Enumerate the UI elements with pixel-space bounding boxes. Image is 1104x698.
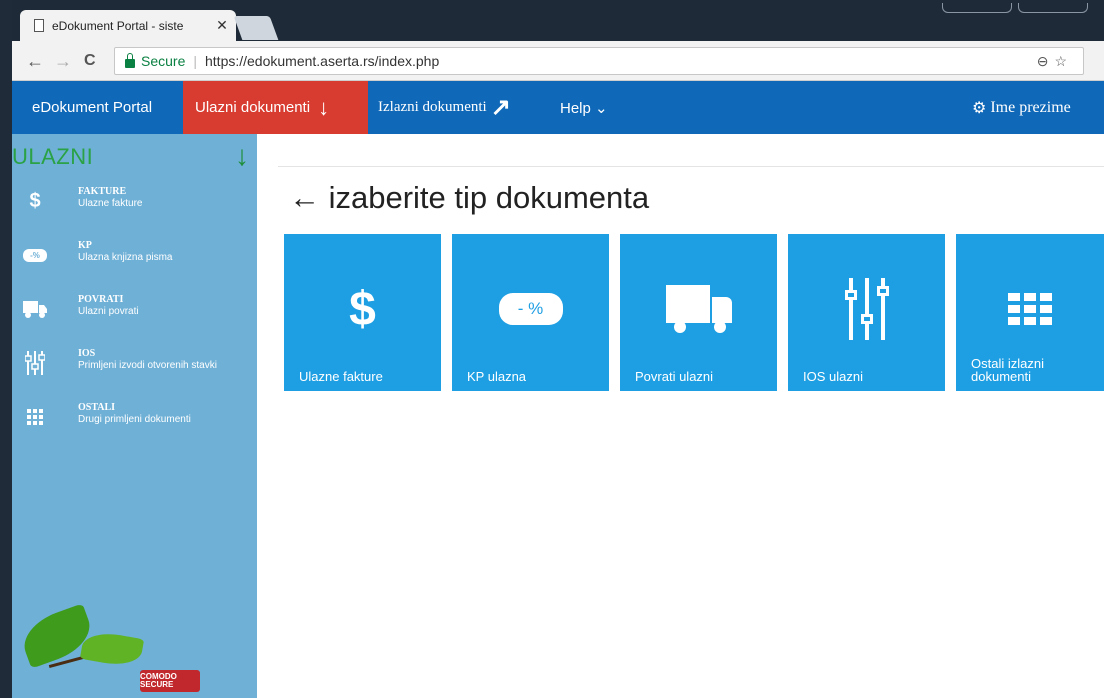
minimize-button[interactable] <box>942 3 1012 13</box>
secure-label: Secure <box>141 53 186 69</box>
forward-icon[interactable]: → <box>54 51 72 72</box>
star-icon[interactable]: ☆ <box>1054 53 1073 69</box>
grid-icon <box>956 264 1104 354</box>
back-icon[interactable]: ← <box>26 51 44 72</box>
sidebar-item-name: KP <box>78 240 92 251</box>
ticket-icon-text: -% <box>23 248 47 262</box>
zoom-icon[interactable]: ⊖ <box>1037 53 1055 69</box>
tile-label: Ostali izlazni dokumenti <box>971 356 1044 384</box>
window-edge <box>0 0 12 698</box>
new-tab-button[interactable] <box>233 16 279 40</box>
browser-titlebar: eDokument Portal - siste ✕ <box>0 0 1104 41</box>
content-divider <box>278 166 1104 167</box>
ticket-glyph: - % <box>498 293 563 325</box>
truck-icon <box>620 264 777 354</box>
sidebar-item-name: POVRATI <box>78 294 124 305</box>
sidebar-item-desc: Ulazne fakture <box>78 198 143 209</box>
sidebar-item-name: IOS <box>78 348 96 359</box>
comodo-secure-badge[interactable]: COMODO SECURE <box>140 670 200 692</box>
sidebar-item-ios[interactable]: IOS Primljeni izvodi otvorenih stavki <box>12 346 257 390</box>
arrow-up-right-icon: ↗ <box>490 95 511 121</box>
page-icon <box>34 19 44 32</box>
grid-icon <box>22 404 48 430</box>
address-bar: ← → C Secure | https://edokument.aserta.… <box>12 41 1104 81</box>
reload-icon[interactable]: C <box>84 52 96 70</box>
tile-label: Ulazne fakture <box>299 369 383 384</box>
url-separator: | <box>193 53 197 69</box>
sidebar-title: ULAZNI <box>12 144 94 169</box>
dollar-glyph: $ <box>349 282 376 336</box>
browser-tab[interactable]: eDokument Portal - siste ✕ <box>20 10 236 41</box>
tile-povrati-ulazni[interactable]: Povrati ulazni <box>620 234 777 391</box>
lock-icon <box>125 52 135 68</box>
sliders-icon <box>22 350 48 376</box>
truck-icon <box>22 296 48 322</box>
nav-izlazni-dokumenti[interactable]: Izlazni dokumenti ↗ <box>370 81 511 134</box>
page-title: ← izaberite tip dokumenta <box>289 180 650 215</box>
dollar-icon: $ <box>29 189 41 212</box>
ticket-icon: -% <box>22 242 48 268</box>
tile-label: Povrati ulazni <box>635 369 714 384</box>
user-menu[interactable]: ⚙ Ime prezime <box>972 81 1071 134</box>
sidebar-header: ULAZNI ↓ <box>12 140 257 171</box>
user-name: Ime prezime <box>990 98 1071 116</box>
tab-close-icon[interactable]: ✕ <box>208 17 236 34</box>
tile-kp-ulazna[interactable]: - % KP ulazna <box>452 234 609 391</box>
ticket-icon: - % <box>452 264 609 354</box>
nav-ulazni-dokumenti[interactable]: Ulazni dokumenti ↓ <box>183 81 368 134</box>
nav-help[interactable]: Help ⌄ <box>560 81 608 134</box>
url-input[interactable]: Secure | https://edokument.aserta.rs/ind… <box>114 47 1084 75</box>
gear-icon: ⚙ <box>972 99 987 117</box>
sidebar-item-kp[interactable]: -% KP Ulazna knjizna pisma <box>12 238 257 282</box>
sliders-icon <box>788 264 945 354</box>
nav-izlazni-label: Izlazni dokumenti <box>378 99 487 115</box>
maximize-button[interactable] <box>1018 3 1088 13</box>
dollar-icon: $ <box>284 264 441 354</box>
tile-ulazne-fakture[interactable]: $ Ulazne fakture <box>284 234 441 391</box>
sidebar-item-desc: Ulazni povrati <box>78 306 139 317</box>
tile-ios-ulazni[interactable]: IOS ulazni <box>788 234 945 391</box>
tile-label: KP ulazna <box>467 369 527 384</box>
app-navbar: eDokument Portal Ulazni dokumenti ↓ Izla… <box>12 81 1104 134</box>
tab-title: eDokument Portal - siste <box>52 18 184 33</box>
sidebar-item-desc: Ulazna knjizna pisma <box>78 252 173 263</box>
arrow-down-icon: ↓ <box>318 94 330 120</box>
sidebar-item-name: OSTALI <box>78 402 116 413</box>
omnibox-icons: ⊖☆ <box>1037 53 1083 70</box>
sidebar-item-name: FAKTURE <box>78 186 127 197</box>
brand-link[interactable]: eDokument Portal <box>12 81 183 134</box>
sidebar-item-povrati[interactable]: POVRATI Ulazni povrati <box>12 292 257 336</box>
tile-label: IOS ulazni <box>803 369 863 384</box>
tile-ostali-izlazni-dokumenti[interactable]: Ostali izlazni dokumenti <box>956 234 1104 391</box>
sidebar-item-fakture[interactable]: $ FAKTURE Ulazne fakture <box>12 184 257 228</box>
sidebar: ULAZNI ↓ $ FAKTURE Ulazne fakture -% KP … <box>12 134 257 698</box>
window-controls <box>936 0 1096 13</box>
sidebar-item-ostali[interactable]: OSTALI Drugi primljeni dokumenti <box>12 400 257 444</box>
arrow-down-icon: ↓ <box>235 140 249 171</box>
url-text[interactable]: https://edokument.aserta.rs/index.php <box>205 53 1037 69</box>
sidebar-item-desc: Drugi primljeni dokumenti <box>78 414 191 425</box>
nav-ulazni-label: Ulazni dokumenti <box>195 99 311 116</box>
sidebar-item-desc: Primljeni izvodi otvorenih stavki <box>78 360 217 371</box>
